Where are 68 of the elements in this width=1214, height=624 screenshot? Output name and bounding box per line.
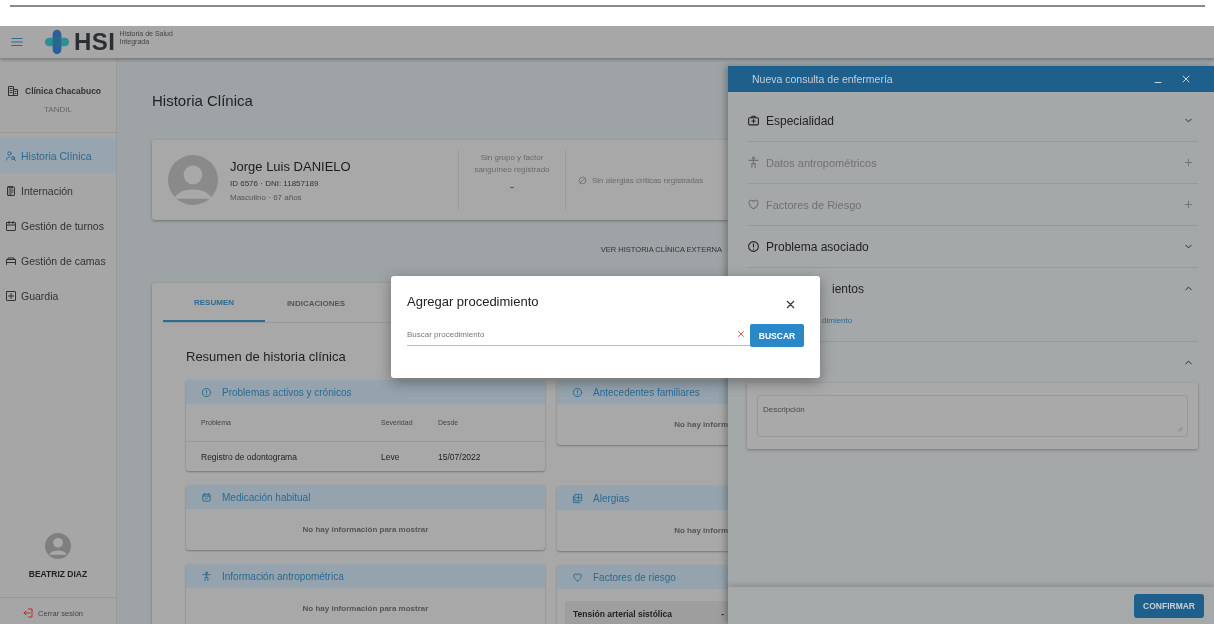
description-field[interactable]: Descripción — [757, 395, 1188, 437]
close-icon[interactable] — [784, 298, 797, 311]
page-title: Historia Clínica — [152, 92, 254, 109]
bed-icon — [5, 254, 17, 267]
patient-details: Masculino · 67 años — [230, 192, 303, 202]
cross-logo-icon — [44, 29, 70, 55]
nav-item[interactable]: Guardia — [0, 278, 116, 313]
heart-icon — [572, 571, 583, 583]
section-title: Antecedentes familiares — [593, 386, 700, 398]
info-icon — [747, 240, 760, 253]
person-icon — [747, 156, 760, 169]
patient-avatar-icon — [168, 155, 218, 205]
nav-item[interactable]: Internación — [0, 173, 116, 208]
building-icon — [7, 85, 19, 97]
summary-title: Resumen de historia clínica — [186, 349, 347, 364]
section-title: Información antropométrica — [222, 570, 344, 582]
blood-group-value: - — [509, 180, 515, 194]
risk-factor-value: - — [721, 609, 725, 619]
section-title: Factores de riesgo — [593, 571, 676, 583]
section-title: Problema asociado — [766, 239, 869, 254]
section-title: Medicación habitual — [222, 491, 311, 503]
plus-box-icon — [5, 289, 17, 302]
info-icon — [572, 386, 583, 398]
table-cell-text: Registro de odontograma — [201, 452, 298, 462]
nav-item[interactable]: Gestión de camas — [0, 243, 116, 278]
patient-name: Jorge Luis DANIELO — [230, 158, 352, 174]
info-icon — [201, 386, 212, 398]
calendar-check-icon — [201, 491, 212, 503]
institution-name: Clínica Chacabuco — [25, 86, 102, 96]
calendar-icon — [5, 219, 17, 232]
section-title: Factores de Riesgo — [766, 198, 862, 211]
section-title: Datos antropométricos — [766, 156, 877, 169]
search-button[interactable]: BUSCAR — [750, 324, 804, 347]
tab[interactable]: RESUMEN — [163, 284, 265, 322]
logout-icon — [22, 607, 34, 619]
institution-city: TANDIL — [43, 105, 73, 114]
section-title: Alergias — [593, 492, 630, 504]
add-procedure-link[interactable]: dimiento — [822, 316, 853, 325]
nav-item[interactable]: Historia Clínica — [0, 138, 116, 173]
table-cell-text: 15/07/2022 — [438, 452, 482, 462]
dialog-title: Agregar procedimiento — [407, 294, 539, 309]
block-icon — [578, 175, 587, 185]
nav-item[interactable]: Gestión de turnos — [0, 208, 116, 243]
user-name: BEATRIZ DIAZ — [27, 569, 89, 579]
medical-bag-icon — [747, 114, 760, 127]
heart-icon — [747, 198, 760, 211]
patient-ids: ID 6576 · DNI: 11857189 — [230, 178, 320, 188]
risk-factor-label: Tensión arterial sistólica — [573, 609, 673, 619]
table-cell-text: Leve — [381, 452, 401, 462]
clear-icon[interactable] — [736, 329, 746, 339]
empty-message: No hay inform — [674, 420, 728, 429]
menu-icon[interactable] — [10, 35, 24, 49]
brand-name: HSI — [74, 28, 116, 56]
empty-message: No hay información para mostrar — [302, 525, 429, 534]
panel-title: Nueva consulta de enfermería — [752, 73, 894, 85]
grid-plus-icon — [572, 492, 583, 504]
search-field[interactable]: Buscar procedimiento — [407, 329, 736, 339]
person-search-icon — [5, 149, 17, 162]
section-title: Problemas activos y crónicos — [222, 386, 352, 398]
confirm-button[interactable]: CONFIRMAR — [1134, 593, 1204, 618]
empty-message: No hay información para mostrar — [302, 604, 429, 613]
person-icon — [201, 570, 212, 582]
clipboard-icon — [5, 184, 17, 197]
tab[interactable]: INDICACIONES — [265, 284, 367, 322]
section-title: Especialidad — [766, 113, 835, 128]
user-avatar-icon — [45, 533, 71, 559]
empty-message: No hay inform — [674, 526, 728, 535]
section-title: ientos — [831, 281, 865, 296]
